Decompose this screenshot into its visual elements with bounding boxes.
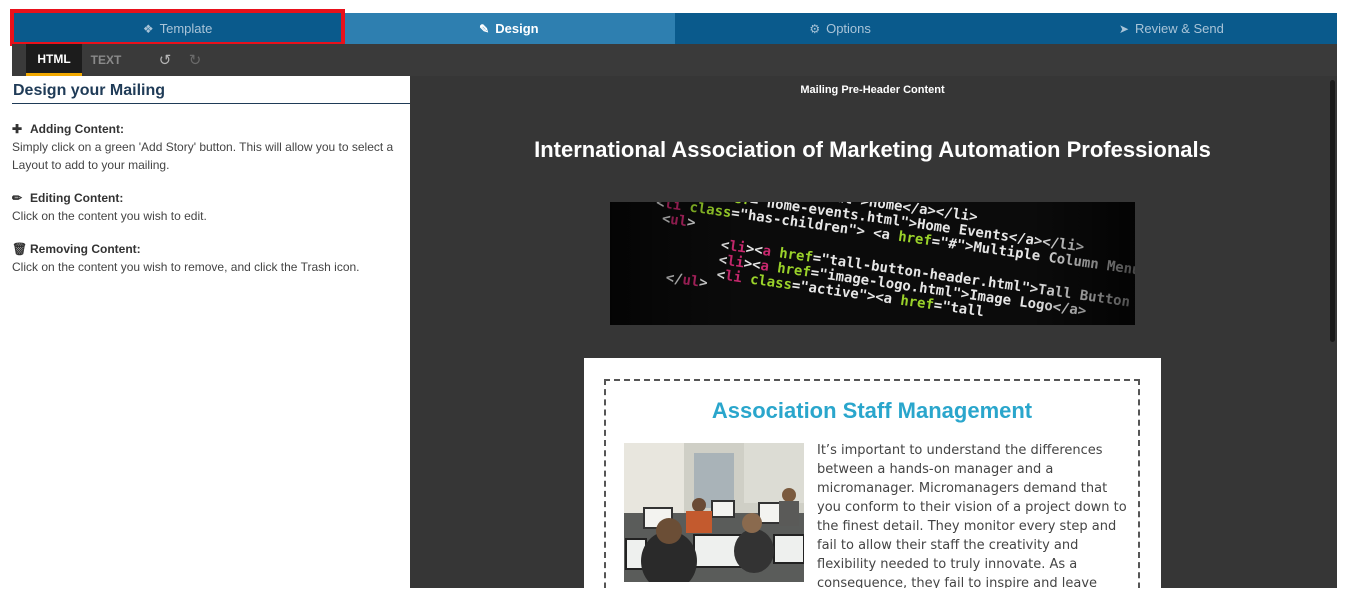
help-text: Click on the content you wish to edit. bbox=[12, 209, 207, 223]
help-adding-content: ✚ Adding Content: Simply click on a gree… bbox=[12, 122, 410, 174]
paint-brush-icon: ✎ bbox=[479, 21, 490, 36]
story-block[interactable]: Association Staff Management It’s import… bbox=[604, 379, 1140, 588]
help-text: Click on the content you wish to remove,… bbox=[12, 260, 360, 274]
pencil-icon: ✏ bbox=[12, 191, 23, 205]
step-design-label: Design bbox=[495, 21, 539, 36]
paper-plane-icon: ➤ bbox=[1118, 21, 1129, 36]
preview-scrollbar[interactable] bbox=[1330, 80, 1335, 342]
redo-icon[interactable]: ↻ bbox=[180, 44, 210, 76]
plus-icon: ✚ bbox=[12, 122, 23, 136]
help-heading-text: Removing Content: bbox=[30, 242, 141, 256]
help-text: Simply click on a green 'Add Story' butt… bbox=[12, 140, 394, 172]
panel-title: Design your Mailing bbox=[12, 76, 410, 104]
step-options[interactable]: ⚙ Options bbox=[674, 13, 1006, 44]
step-template-label: Template bbox=[159, 21, 213, 36]
design-help-panel: Design your Mailing ✚ Adding Content: Si… bbox=[12, 76, 410, 602]
story-card[interactable]: Association Staff Management It’s import… bbox=[584, 358, 1161, 588]
header-banner-image[interactable]: <li><a href="index.html">Home</a></li> <… bbox=[610, 202, 1135, 325]
help-removing-content: 🗑 Removing Content: Click on the content… bbox=[12, 242, 410, 276]
office-photo-image[interactable] bbox=[624, 443, 804, 582]
story-title[interactable]: Association Staff Management bbox=[606, 398, 1138, 424]
help-heading-text: Adding Content: bbox=[30, 122, 124, 136]
editor-toolbar: HTML TEXT ↺ ↻ bbox=[12, 44, 1337, 76]
help-list: ✚ Adding Content: Simply click on a gree… bbox=[12, 122, 410, 276]
step-template[interactable]: ❖ Template bbox=[9, 9, 346, 46]
cogs-icon: ⚙ bbox=[809, 21, 821, 36]
help-heading: ✚ Adding Content: bbox=[12, 122, 410, 136]
trash-icon: 🗑 bbox=[12, 242, 28, 256]
step-review-send-label: Review & Send bbox=[1134, 21, 1224, 36]
office-photo-graphic bbox=[624, 443, 804, 582]
tab-html[interactable]: HTML bbox=[26, 44, 82, 76]
code-banner-graphic: <li><a href="index.html">Home</a></li> <… bbox=[610, 202, 1135, 325]
wizard-steps: ❖ Template ✎ Design ⚙ Options ➤ Review &… bbox=[9, 9, 1337, 46]
puzzle-icon: ❖ bbox=[142, 21, 154, 36]
help-heading: ✏ Editing Content: bbox=[12, 191, 410, 205]
story-body-text[interactable]: It’s important to understand the differe… bbox=[817, 441, 1127, 588]
step-options-label: Options bbox=[826, 21, 871, 36]
step-design[interactable]: ✎ Design bbox=[343, 13, 675, 44]
help-heading-text: Editing Content: bbox=[30, 191, 124, 205]
organization-title[interactable]: International Association of Marketing A… bbox=[410, 134, 1335, 165]
step-review-send[interactable]: ➤ Review & Send bbox=[1005, 13, 1337, 44]
help-editing-content: ✏ Editing Content: Click on the content … bbox=[12, 191, 410, 225]
mailing-preview[interactable]: Mailing Pre-Header Content International… bbox=[410, 76, 1337, 588]
tab-text[interactable]: TEXT bbox=[82, 44, 130, 76]
preheader-text[interactable]: Mailing Pre-Header Content bbox=[410, 84, 1335, 96]
undo-icon[interactable]: ↺ bbox=[150, 44, 180, 76]
help-heading: 🗑 Removing Content: bbox=[12, 242, 410, 256]
